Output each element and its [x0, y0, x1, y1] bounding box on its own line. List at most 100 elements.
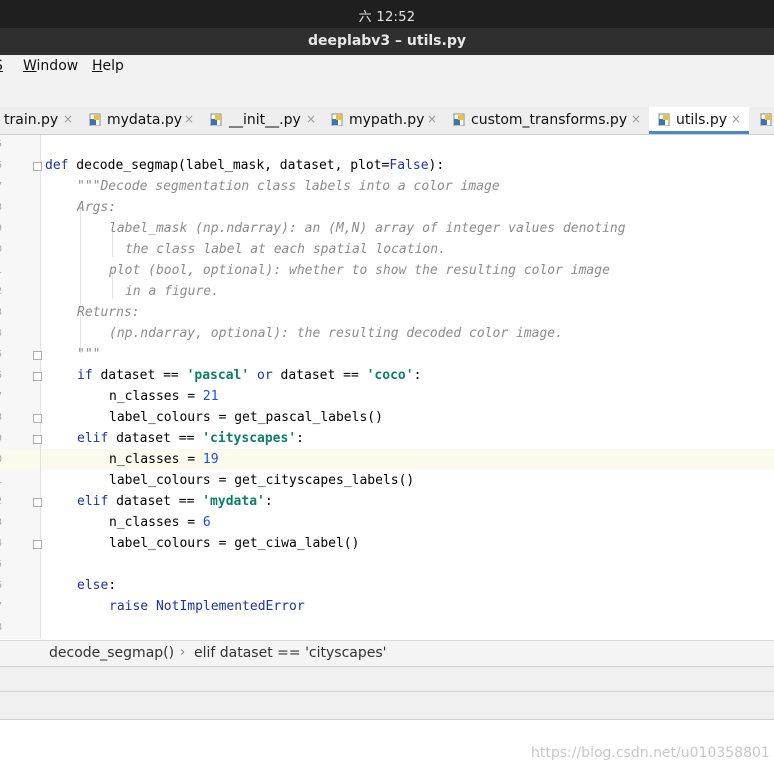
breadcrumb-elif[interactable]: elif dataset == 'cityscapes' — [194, 645, 387, 661]
tab-init-label: __init__.py — [229, 112, 301, 128]
tab-custom-transforms-close-icon[interactable]: × — [631, 112, 641, 126]
code-line-def: def decode_segmap(label_mask, dataset, p… — [45, 158, 445, 173]
tab-utils[interactable]: utils.py × — [649, 107, 749, 134]
line-number: 5 — [0, 559, 2, 570]
code-line-assign: label_colours = get_cityscapes_labels() — [109, 473, 415, 488]
line-number: 8 — [0, 622, 2, 633]
code-line-docstring: plot (bool, optional): whether to show t… — [109, 263, 610, 278]
breadcrumb: decode_segmap() › elif dataset == 'citys… — [0, 640, 774, 666]
menu-help[interactable]: Help — [92, 58, 124, 74]
indent-guide — [80, 205, 81, 353]
python-file-icon — [210, 113, 222, 126]
window-title-bar: deeplabv3 – utils.py — [0, 28, 774, 55]
code-line-docstring: Returns: — [77, 305, 140, 320]
line-number: 9 — [0, 223, 2, 234]
code-line-elif: elif dataset == 'cityscapes': — [77, 431, 304, 446]
fold-marker-icon[interactable] — [33, 498, 42, 507]
watermark: https://blog.csdn.net/u010358801 — [531, 745, 770, 761]
tab-mydata[interactable]: mydata.py × — [83, 107, 201, 134]
fold-marker-icon[interactable] — [33, 372, 42, 381]
line-number: 5 — [0, 139, 2, 150]
code-line-assign: label_colours = get_pascal_labels() — [109, 410, 383, 425]
line-number: 2 — [0, 496, 2, 507]
tab-train-label: train.py — [4, 112, 59, 128]
code-line-docstring: (np.ndarray, optional): the resulting de… — [109, 326, 563, 341]
window-title: deeplabv3 – utils.py — [308, 33, 466, 49]
line-number: 1 — [0, 475, 2, 486]
breadcrumb-function[interactable]: decode_segmap() — [49, 645, 174, 661]
line-number: 9 — [0, 433, 2, 444]
menu-window-label: indow — [36, 58, 79, 74]
code-line-assign: n_classes = 6 — [109, 515, 211, 530]
line-number: 8 — [0, 202, 2, 213]
tab-train-close-icon[interactable]: × — [63, 112, 73, 126]
code-line-elif: elif dataset == 'mydata': — [77, 494, 273, 509]
fold-marker-icon[interactable] — [33, 540, 42, 549]
line-number: 0 — [0, 454, 2, 465]
breadcrumb-separator-icon: › — [180, 645, 186, 660]
line-number: 8 — [0, 412, 2, 423]
menu-window[interactable]: Window — [23, 58, 78, 74]
code-line-docstring: Args: — [77, 200, 117, 215]
tab-mypath-label: mypath.py — [349, 112, 425, 128]
menu-bar: S Window Help — [0, 55, 774, 81]
line-number: 6 — [0, 580, 2, 591]
line-number: 6 — [0, 370, 2, 381]
line-number: 6 — [0, 160, 2, 171]
python-file-icon — [331, 113, 343, 126]
python-file-icon — [658, 113, 670, 126]
code-line-docstring: """ — [77, 347, 101, 362]
tab-utils-close-icon[interactable]: × — [731, 112, 741, 126]
code-line-docstring: """Decode segmentation class labels into… — [77, 179, 500, 194]
line-number: 7 — [0, 601, 2, 612]
tab-init[interactable]: __init__.py × — [202, 107, 322, 134]
bottom-panel — [0, 666, 774, 691]
line-gutter: 5 6 7 8 9 0 1 2 3 4 5 6 7 8 9 0 1 2 3 4 … — [0, 135, 42, 639]
python-file-icon[interactable] — [760, 113, 772, 126]
menu-help-label: elp — [102, 58, 124, 74]
fold-marker-icon[interactable] — [33, 162, 42, 171]
code-editor[interactable]: 5 6 7 8 9 0 1 2 3 4 5 6 7 8 9 0 1 2 3 4 … — [0, 135, 774, 639]
menu-window-mnemonic: W — [23, 58, 37, 74]
line-number: 3 — [0, 517, 2, 528]
line-number: 0 — [0, 244, 2, 255]
gutter-caret-highlight — [0, 449, 40, 470]
code-line-docstring: the class label at each spatial location… — [125, 242, 446, 257]
tab-custom-transforms-label: custom_transforms.py — [471, 112, 628, 128]
menu-help-mnemonic: H — [92, 58, 103, 74]
line-number: 1 — [0, 265, 2, 276]
code-line-docstring: in a figure. — [125, 284, 219, 299]
python-file-icon — [89, 113, 101, 126]
code-line-docstring: label_mask (np.ndarray): an (M,N) array … — [109, 221, 626, 236]
system-top-bar: 六 12:52 — [0, 0, 774, 28]
code-line-assign: label_colours = get_ciwa_label() — [109, 536, 360, 551]
tab-init-close-icon[interactable]: × — [306, 112, 316, 126]
tab-mypath-close-icon[interactable]: × — [427, 112, 437, 126]
line-number: 3 — [0, 307, 2, 318]
status-panel — [0, 691, 774, 720]
code-line-else: else: — [77, 578, 117, 593]
toolbar-area — [0, 81, 774, 107]
code-line-assign: n_classes = 19 — [109, 452, 219, 467]
editor-tab-bar: train.py × mydata.py × __init__.py × myp… — [0, 107, 774, 135]
python-file-icon — [453, 113, 465, 126]
line-number: 7 — [0, 391, 2, 402]
line-number: 2 — [0, 286, 2, 297]
tab-utils-label: utils.py — [676, 112, 728, 128]
fold-marker-icon[interactable] — [33, 351, 42, 360]
clock[interactable]: 六 12:52 — [0, 6, 774, 25]
tab-mydata-label: mydata.py — [107, 112, 183, 128]
menu-vcs-label: S — [0, 58, 3, 74]
line-number: 7 — [0, 181, 2, 192]
menu-vcs[interactable]: S — [0, 58, 3, 74]
tab-mydata-close-icon[interactable]: × — [184, 112, 194, 126]
code-line-if: if dataset == 'pascal' or dataset == 'co… — [77, 368, 422, 383]
tab-mypath[interactable]: mypath.py × — [323, 107, 445, 134]
fold-marker-icon[interactable] — [33, 435, 42, 444]
fold-marker-icon[interactable] — [33, 414, 42, 423]
tab-train[interactable]: train.py × — [0, 107, 82, 134]
tab-custom-transforms[interactable]: custom_transforms.py × — [446, 107, 648, 134]
line-number: 4 — [0, 328, 2, 339]
line-number: 4 — [0, 538, 2, 549]
code-line-raise: raise NotImplementedError — [109, 599, 305, 614]
